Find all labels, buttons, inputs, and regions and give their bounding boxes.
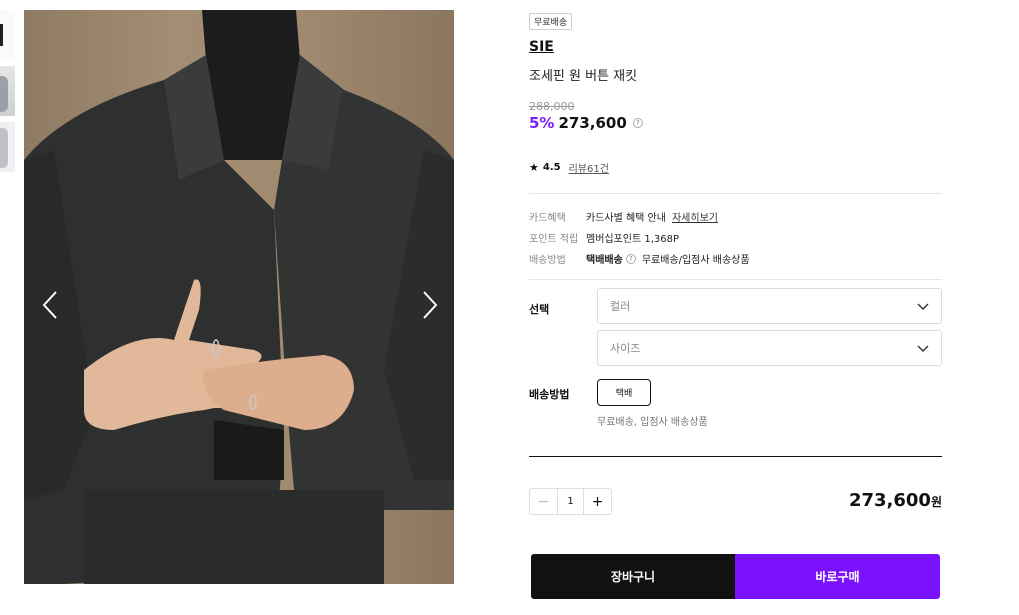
point-label: 포인트 적립 (529, 234, 579, 245)
color-select[interactable]: 컬러 (597, 288, 942, 324)
size-select-placeholder: 사이즈 (610, 342, 641, 355)
color-select-placeholder: 컬러 (610, 300, 631, 313)
chevron-down-icon (917, 303, 929, 310)
shipping-row: 배송방법 택배배송 ? 무료배송/입점사 배송상품 (529, 248, 942, 269)
shipping-value: 무료배송/입점사 배송상품 (641, 255, 750, 266)
jacket-photo (24, 10, 454, 584)
thumbnail-2[interactable] (0, 66, 15, 116)
next-image-button[interactable] (414, 280, 444, 330)
free-shipping-badge: 무료배송 (529, 13, 573, 30)
price-line: 5% 273,600 ? (529, 114, 942, 132)
rating-score: 4.5 (542, 162, 561, 173)
point-row: 포인트 적립 멤버십포인트 1,368P (529, 227, 942, 248)
card-benefit-detail-link[interactable]: 자세히보기 (672, 209, 718, 224)
card-benefit-value: 카드사별 혜택 안내 (586, 213, 666, 224)
card-benefit-label: 카드혜택 (529, 213, 566, 224)
chevron-down-icon (917, 345, 929, 352)
shipping-method: 택배배송 (586, 255, 623, 266)
buy-now-button[interactable]: 바로구매 (735, 554, 940, 599)
divider (529, 279, 942, 280)
thumbnail-strip (0, 10, 15, 178)
sale-price: 273,600 (558, 114, 627, 132)
add-to-cart-button[interactable]: 장바구니 (531, 554, 735, 599)
size-select[interactable]: 사이즈 (597, 330, 942, 366)
quantity-value[interactable]: 1 (557, 489, 584, 514)
discount-rate: 5% (529, 114, 555, 132)
star-icon: ★ (529, 161, 539, 174)
brand-link[interactable]: SIE (529, 39, 942, 55)
thumbnail-1[interactable] (0, 10, 15, 60)
product-image (24, 10, 454, 584)
total-amount: 273,600 (848, 490, 931, 511)
prev-image-button[interactable] (36, 280, 66, 330)
thumbnail-3[interactable] (0, 122, 15, 172)
decrease-button[interactable]: − (530, 489, 557, 514)
review-link[interactable]: 리뷰61건 (569, 160, 609, 175)
divider (529, 456, 942, 457)
option-label: 선택 (529, 303, 550, 316)
question-icon[interactable]: ? (632, 118, 643, 128)
benefit-info: 카드혜택 카드사별 혜택 안내 자세히보기 포인트 적립 멤버십포인트 1,36… (529, 206, 942, 269)
parcel-shipping-button[interactable]: 택배 (597, 379, 651, 406)
card-benefit-row: 카드혜택 카드사별 혜택 안내 자세히보기 (529, 206, 942, 227)
shipping-note: 무료배송, 입점사 배송상품 (597, 417, 708, 428)
product-info: 무료배송 SIE 조세핀 원 버튼 재킷 288,000 5% 273,600 … (529, 10, 942, 280)
shipping-option-label: 배송방법 (529, 388, 570, 401)
rating: ★ 4.5 리뷰61건 (529, 160, 942, 175)
product-name: 조세핀 원 버튼 재킷 (529, 69, 638, 84)
chevron-left-icon (42, 291, 57, 319)
increase-button[interactable]: + (584, 489, 611, 514)
question-icon[interactable]: ? (625, 253, 636, 264)
point-value: 멤버십포인트 1,368P (586, 234, 680, 245)
quantity-stepper: − 1 + (529, 488, 612, 515)
currency: 원 (930, 495, 942, 509)
divider (529, 193, 942, 194)
original-price: 288,000 (529, 100, 575, 113)
shipping-label: 배송방법 (529, 255, 566, 266)
chevron-right-icon (423, 291, 438, 319)
total-price: 273,600원 (849, 490, 942, 511)
